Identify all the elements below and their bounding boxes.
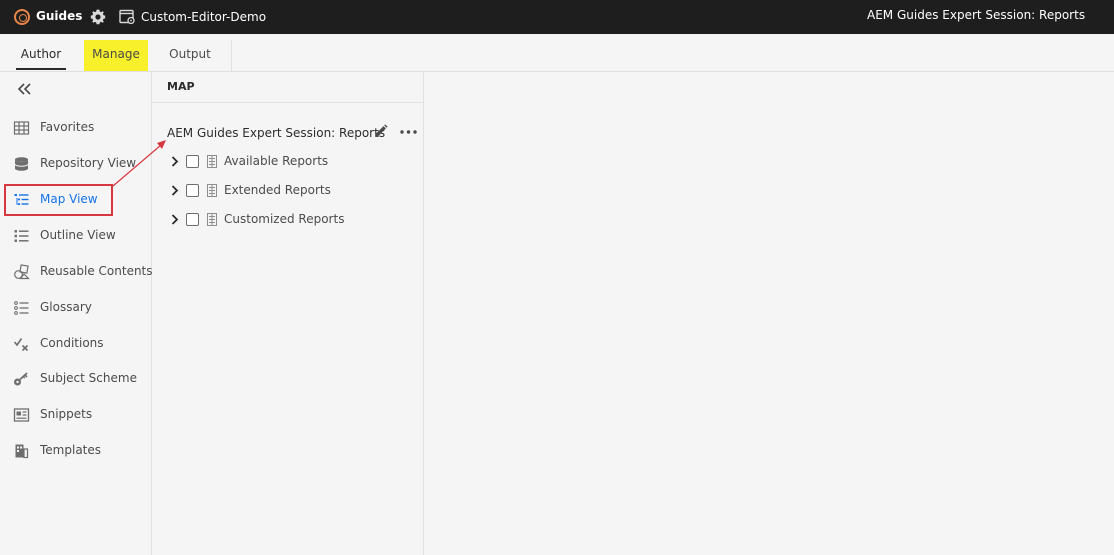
map-panel-header: MAP <box>152 72 423 103</box>
sidebar-item-label: Outline View <box>40 228 116 242</box>
sidebar-item-repository-view[interactable]: Repository View <box>0 148 152 180</box>
sidebar-item-subject-scheme[interactable]: Subject Scheme <box>0 363 152 395</box>
topic-label: Customized Reports <box>224 212 345 226</box>
snippet-icon <box>13 408 30 422</box>
tab-divider <box>231 40 232 72</box>
sidebar-item-outline-view[interactable]: Outline View <box>0 220 152 252</box>
mode-tabs: Author Manage Output <box>0 34 1114 72</box>
sidebar-item-label: Conditions <box>40 336 104 350</box>
sidebar-item-conditions[interactable]: Conditions <box>0 328 152 360</box>
sidebar-item-label: Templates <box>40 443 102 457</box>
sidebar-item-glossary[interactable]: Glossary <box>0 292 152 324</box>
topic-file-icon <box>207 213 217 226</box>
map-settings-icon[interactable] <box>119 9 136 25</box>
sidebar-item-label: Snippets <box>40 407 93 421</box>
grid-icon <box>13 121 30 135</box>
map-panel-title: MAP <box>167 80 195 93</box>
chevron-right-icon[interactable] <box>171 185 179 196</box>
map-title: AEM Guides Expert Session: Reports <box>867 8 1086 22</box>
tree-row[interactable]: Customized Reports <box>152 209 423 233</box>
document-name: Custom-Editor-Demo <box>141 10 267 24</box>
glossary-icon <box>14 301 29 315</box>
sidebar-item-reusable-contents[interactable]: Reusable Contents <box>0 256 153 288</box>
topic-checkbox[interactable] <box>186 184 199 197</box>
collapse-sidebar-icon[interactable] <box>16 83 32 95</box>
tab-author[interactable]: Author <box>16 40 66 70</box>
map-panel: MAP AEM Guides Expert Session: Reports A… <box>152 72 424 555</box>
sidebar-item-label: Subject Scheme <box>40 371 137 385</box>
chevron-right-icon[interactable] <box>171 214 179 225</box>
conditions-icon <box>13 338 29 352</box>
topic-file-icon <box>207 184 217 197</box>
topic-checkbox[interactable] <box>186 213 199 226</box>
topic-checkbox[interactable] <box>186 155 199 168</box>
outline-icon <box>14 230 29 242</box>
tree-row[interactable]: Available Reports <box>152 151 423 175</box>
sidebar-item-label: Repository View <box>40 156 137 170</box>
topic-file-icon <box>207 155 217 168</box>
sidebar-item-favorites[interactable]: Favorites <box>0 112 152 144</box>
app-brand: Guides <box>36 9 83 23</box>
sidebar-item-label: Favorites <box>40 120 95 134</box>
database-icon <box>14 157 29 171</box>
gear-icon[interactable] <box>89 8 107 26</box>
map-root-title[interactable]: AEM Guides Expert Session: Reports <box>167 126 385 140</box>
annotation-highlight-box <box>4 184 113 216</box>
editor-content-area <box>424 72 1114 555</box>
tab-manage[interactable]: Manage <box>84 40 148 71</box>
sidebar-item-templates[interactable]: Templates <box>0 435 152 467</box>
topic-label: Available Reports <box>224 154 329 168</box>
left-sidebar: Favorites Repository View Map View Outli… <box>0 72 153 555</box>
edit-pencil-icon[interactable] <box>373 124 388 139</box>
chevron-right-icon[interactable] <box>171 156 179 167</box>
more-options-icon[interactable] <box>400 130 417 134</box>
sidebar-item-snippets[interactable]: Snippets <box>0 399 152 431</box>
key-icon <box>14 372 28 386</box>
sidebar-item-label: Reusable Contents <box>40 264 153 278</box>
templates-icon <box>15 444 29 459</box>
guides-logo-icon <box>14 9 30 25</box>
tab-output[interactable]: Output <box>158 40 222 70</box>
tree-row[interactable]: Extended Reports <box>152 180 423 204</box>
sidebar-item-label: Glossary <box>40 300 92 314</box>
shapes-icon <box>14 264 30 280</box>
app-header: Guides Custom-Editor-Demo AEM Guides Exp… <box>0 0 1114 34</box>
topic-label: Extended Reports <box>224 183 331 197</box>
